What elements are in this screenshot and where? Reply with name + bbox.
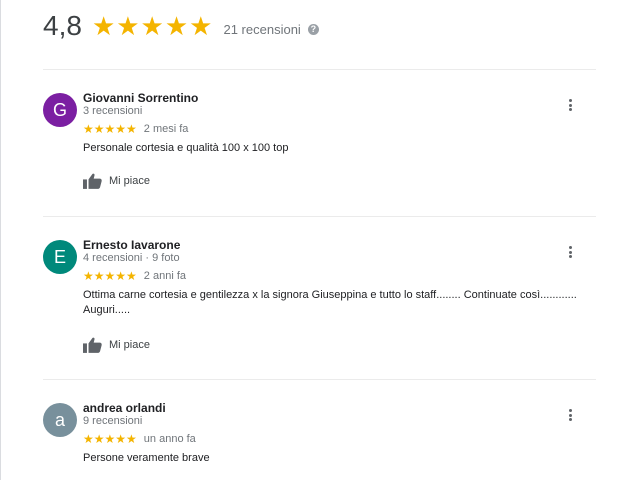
question-circle-icon[interactable]: ? xyxy=(307,23,319,35)
reviewer-meta[interactable]: 4 recensioni · 9 foto xyxy=(83,252,180,264)
avatar[interactable]: a xyxy=(43,403,77,437)
more-options-icon[interactable] xyxy=(565,244,575,260)
star-rating: ★★★★★ xyxy=(83,122,137,136)
like-label: Mi piace xyxy=(109,339,150,351)
review-rating: ★★★★★ 2 anni fa xyxy=(83,269,186,283)
more-options-icon[interactable] xyxy=(565,407,575,423)
reviewer-name[interactable]: Giovanni Sorrentino xyxy=(83,91,198,105)
reviewer-name[interactable]: Ernesto Iavarone xyxy=(83,238,180,252)
star-rating: ★★★★★ xyxy=(83,432,137,446)
star-rating: ★★★★★ xyxy=(83,269,137,283)
reviewer-meta[interactable]: 9 recensioni xyxy=(83,415,142,427)
panel-left-border xyxy=(0,0,1,480)
like-label: Mi piace xyxy=(109,175,150,187)
divider xyxy=(43,216,596,217)
divider xyxy=(43,69,596,70)
rating-summary: 4,8 ★★★★★ 21 recensioni ? xyxy=(43,8,319,44)
like-button[interactable]: Mi piace xyxy=(83,337,150,353)
average-score: 4,8 xyxy=(43,10,82,41)
like-button[interactable]: Mi piace xyxy=(83,173,150,189)
review-count-link[interactable]: 21 recensioni xyxy=(223,22,300,37)
review-date: 2 mesi fa xyxy=(143,123,189,135)
more-options-icon[interactable] xyxy=(565,97,575,113)
review-date: 2 anni fa xyxy=(143,270,186,282)
review-date: un anno fa xyxy=(143,433,196,445)
reviewer-name[interactable]: andrea orlandi xyxy=(83,401,166,415)
divider xyxy=(43,379,596,380)
avatar[interactable]: E xyxy=(43,240,77,274)
review-text: Personale cortesia e qualità 100 x 100 t… xyxy=(83,142,289,154)
avatar[interactable]: G xyxy=(43,93,77,127)
review-rating: ★★★★★ un anno fa xyxy=(83,432,196,446)
reviewer-meta[interactable]: 3 recensioni xyxy=(83,105,142,117)
review-text: Ottima carne cortesia e gentilezza x la … xyxy=(83,289,577,316)
thumbs-up-icon xyxy=(83,337,102,353)
review-rating: ★★★★★ 2 mesi fa xyxy=(83,122,188,136)
thumbs-up-icon xyxy=(83,173,102,189)
average-stars: ★★★★★ xyxy=(91,11,214,41)
review-text: Persone veramente brave xyxy=(83,452,210,464)
